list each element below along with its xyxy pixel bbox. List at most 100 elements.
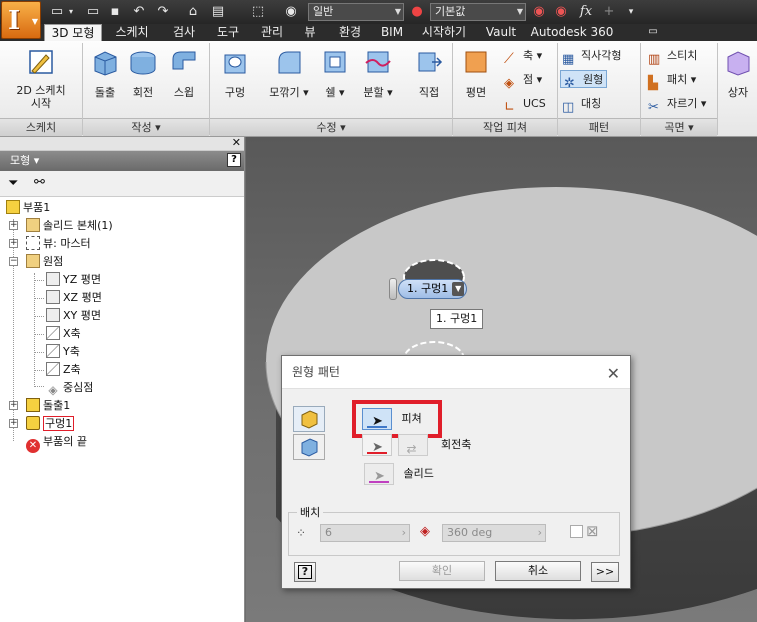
pattern-solids-toggle[interactable] bbox=[293, 406, 325, 432]
undo-icon[interactable]: ↶ bbox=[130, 3, 148, 21]
application-menu-button[interactable]: I ▼ bbox=[1, 1, 41, 39]
panel-label-pattern[interactable]: 패턴 bbox=[558, 118, 640, 136]
ucs-button[interactable]: ∟ UCS bbox=[504, 95, 546, 115]
revolve-button[interactable]: 회전 bbox=[124, 47, 162, 100]
tab-sketch[interactable]: 스케치 bbox=[108, 24, 156, 41]
tab-bim[interactable]: BIM bbox=[376, 24, 408, 41]
cancel-button[interactable]: 취소 bbox=[495, 561, 581, 581]
panel-label-sketch[interactable]: 스케치 bbox=[0, 118, 82, 136]
material-sphere-icon[interactable]: ◉ bbox=[282, 3, 300, 21]
rectangular-pattern-button[interactable]: ▦ 직사각형 bbox=[562, 47, 621, 67]
chevron-down-icon[interactable]: ▼ bbox=[452, 282, 465, 296]
chevron-right-icon[interactable]: › bbox=[402, 525, 406, 541]
tree-node-part1[interactable]: 부품1 bbox=[6, 199, 50, 217]
browser-grip[interactable]: ✕ bbox=[0, 136, 244, 151]
new-dropdown-icon[interactable]: ▾ bbox=[66, 3, 76, 21]
expand-icon[interactable]: + bbox=[9, 239, 18, 248]
occurrence-count-input[interactable]: 6 › bbox=[320, 524, 410, 542]
sweep-button[interactable]: 스윕 bbox=[164, 47, 204, 100]
plane-button[interactable]: 평면 bbox=[456, 47, 496, 100]
color-wheel-icon[interactable]: ● bbox=[408, 3, 426, 21]
tree-node-solid-bodies[interactable]: 솔리드 본체(1) bbox=[26, 217, 113, 235]
ok-button[interactable]: 확인 bbox=[399, 561, 485, 581]
axis-button[interactable]: ⟋ 축 ▾ bbox=[504, 47, 542, 67]
tab-environments[interactable]: 환경 bbox=[328, 24, 372, 41]
expand-icon[interactable]: + bbox=[9, 221, 18, 230]
select-arrow-icon[interactable]: ➤ bbox=[362, 434, 392, 456]
solid-selector[interactable]: ➤ 솔리드 bbox=[364, 462, 434, 486]
help-icon[interactable]: ? bbox=[227, 153, 241, 167]
find-binoculars-icon[interactable]: ⚯ bbox=[34, 175, 45, 190]
material-combo[interactable]: 기본값 ▼ bbox=[430, 3, 526, 21]
panel-label-surface[interactable]: 곡면 ▾ bbox=[641, 118, 717, 136]
tree-node-center-point[interactable]: ◈ 중심점 bbox=[46, 379, 93, 397]
tree-node-z-axis[interactable]: Z축 bbox=[46, 361, 81, 379]
expand-icon[interactable]: + bbox=[9, 419, 18, 428]
select-arrow-icon[interactable]: ➤ bbox=[362, 408, 392, 430]
open-icon[interactable]: ▭ bbox=[84, 3, 102, 21]
trim-button[interactable]: ✂ 자르기 ▾ bbox=[648, 95, 706, 115]
redo-icon[interactable]: ↷ bbox=[154, 3, 172, 21]
ribbon-minimize-icon[interactable]: ▭ bbox=[642, 24, 664, 41]
features-selector[interactable]: ➤ 피쳐 bbox=[362, 407, 422, 431]
flip-direction-icon[interactable]: ⇄ bbox=[397, 434, 428, 456]
hole-button[interactable]: 구멍 bbox=[214, 47, 256, 100]
shell-button[interactable]: 쉘 ▾ bbox=[316, 47, 354, 100]
new-file-icon[interactable]: ▭ bbox=[48, 3, 66, 21]
tab-manage[interactable]: 관리 bbox=[252, 24, 292, 41]
occurrence-angle-input[interactable]: 360 deg › bbox=[442, 524, 546, 542]
close-icon[interactable]: ✕ bbox=[607, 364, 620, 383]
chevron-right-icon[interactable]: › bbox=[538, 525, 542, 541]
tab-inspect[interactable]: 검사 bbox=[164, 24, 204, 41]
tree-node-extrusion1[interactable]: 돌출1 bbox=[26, 397, 70, 415]
panel-label-work-features[interactable]: 작업 피쳐 bbox=[453, 118, 557, 136]
customize-dropdown-icon[interactable]: ▾ bbox=[624, 3, 638, 21]
home-icon[interactable]: ⌂ bbox=[184, 3, 202, 21]
tree-node-hole1[interactable]: 구멍1 bbox=[26, 415, 75, 433]
select-arrow-icon[interactable]: ➤ bbox=[364, 463, 394, 485]
tree-node-xz-plane[interactable]: XZ 평면 bbox=[46, 289, 102, 307]
plus-icon[interactable]: + bbox=[600, 3, 618, 21]
stitch-button[interactable]: ▥ 스티치 bbox=[648, 47, 697, 67]
filter-icon[interactable]: ⏷ bbox=[8, 176, 18, 191]
patch-button[interactable]: ▙ 패치 ▾ bbox=[648, 71, 696, 91]
fillet-button[interactable]: 모깎기 ▾ bbox=[264, 47, 314, 100]
tree-node-xy-plane[interactable]: XY 평면 bbox=[46, 307, 101, 325]
tab-autodesk-360[interactable]: Autodesk 360 bbox=[524, 24, 620, 41]
more-options-button[interactable]: >> bbox=[591, 562, 619, 582]
start-2d-sketch-button[interactable]: 2D 스케치 시작 bbox=[8, 47, 74, 110]
box-button[interactable]: 상자 bbox=[720, 47, 756, 100]
tree-node-view-master[interactable]: 뷰: 마스터 bbox=[26, 235, 91, 253]
mirror-button[interactable]: ◫ 대칭 bbox=[562, 95, 601, 115]
panel-label-modify[interactable]: 수정 ▾ bbox=[210, 118, 452, 136]
feature-tag-grip[interactable] bbox=[389, 278, 397, 300]
save-icon[interactable]: ▪ bbox=[106, 3, 124, 21]
tree-node-end-of-part[interactable]: ✕ 부품의 끝 bbox=[26, 433, 87, 453]
pattern-bodies-toggle[interactable] bbox=[293, 434, 325, 460]
direct-edit-button[interactable]: 직접 bbox=[408, 47, 450, 100]
tree-node-y-axis[interactable]: Y축 bbox=[46, 343, 80, 361]
tree-node-x-axis[interactable]: X축 bbox=[46, 325, 81, 343]
feature-selection-tag[interactable]: 1. 구멍1 ▼ bbox=[398, 279, 468, 299]
appearance-override-icon[interactable]: ◉ bbox=[530, 3, 548, 21]
help-button[interactable]: ? bbox=[294, 562, 316, 582]
appearance-combo[interactable]: 일반 ▼ bbox=[308, 3, 404, 21]
expand-icon[interactable]: + bbox=[9, 401, 18, 410]
tab-get-started[interactable]: 시작하기 bbox=[412, 24, 476, 41]
tab-3d-model[interactable]: 3D 모형 bbox=[44, 24, 102, 41]
tab-tools[interactable]: 도구 bbox=[208, 24, 248, 41]
browser-header[interactable]: 모형 ▾ ? bbox=[0, 151, 244, 171]
point-button[interactable]: ◈ 점 ▾ bbox=[504, 71, 542, 91]
parameters-fx-icon[interactable]: fx bbox=[576, 3, 596, 21]
collapse-icon[interactable]: − bbox=[9, 257, 18, 266]
panel-label-create[interactable]: 작성 ▾ bbox=[83, 118, 209, 136]
select-icon[interactable]: ⬚ bbox=[246, 3, 270, 21]
tree-node-yz-plane[interactable]: YZ 평면 bbox=[46, 271, 101, 289]
tab-vault[interactable]: Vault bbox=[480, 24, 522, 41]
rotation-axis-selector[interactable]: ➤ ⇄ 회전축 bbox=[362, 433, 471, 457]
split-button[interactable]: 분할 ▾ bbox=[356, 47, 400, 100]
tree-node-origin[interactable]: 원점 bbox=[26, 253, 63, 271]
tab-view[interactable]: 뷰 bbox=[296, 24, 324, 41]
midplane-checkbox[interactable] bbox=[570, 525, 583, 538]
update-icon[interactable]: ▤ bbox=[206, 3, 230, 21]
